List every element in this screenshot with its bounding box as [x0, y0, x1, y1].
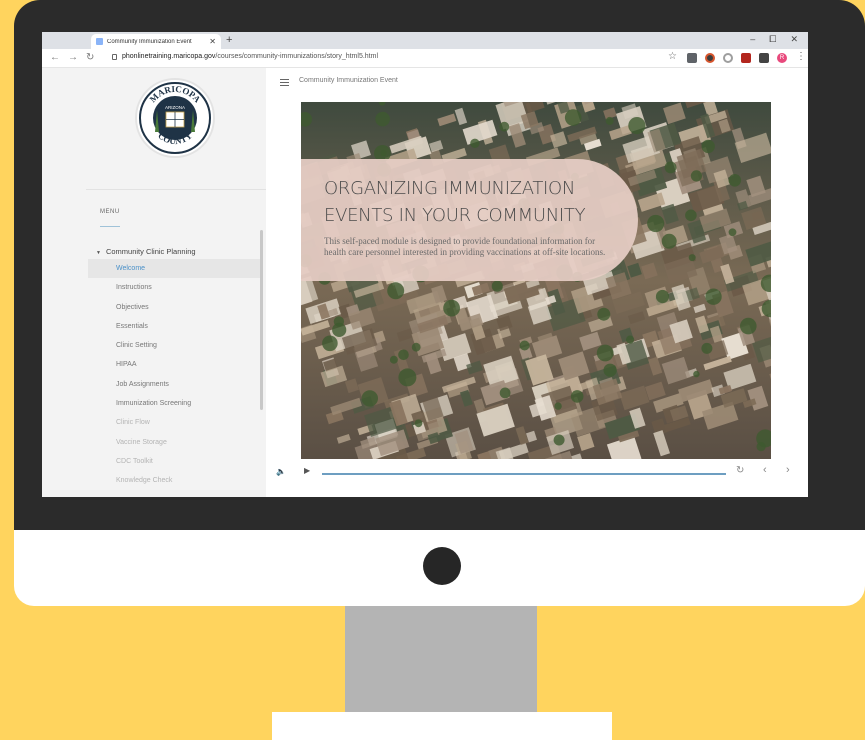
course-title: Community Immunization Event [299, 77, 398, 84]
contrast-icon[interactable] [705, 53, 715, 63]
sidebar-item-clinic-flow[interactable]: Clinic Flow [88, 413, 260, 432]
url-field[interactable]: phonlinetraining.maricopa.gov/courses/co… [122, 53, 378, 60]
monitor-stand-neck [345, 606, 537, 712]
player-controls: 🔈 ▶ ↻ ‹ › [266, 464, 808, 488]
sidebar-item-instructions[interactable]: Instructions [88, 278, 260, 297]
puzzle-icon[interactable] [759, 53, 769, 63]
url-host: phonlinetraining.maricopa.gov [122, 53, 216, 60]
address-bar: ← → ↻ phonlinetraining.maricopa.gov/cour… [42, 49, 808, 68]
circle-icon[interactable] [723, 53, 733, 63]
volume-icon[interactable]: 🔈 [276, 467, 286, 476]
power-button-icon [423, 547, 461, 585]
seek-bar-progress [322, 473, 726, 475]
section-label: Community Clinic Planning [105, 247, 196, 256]
title-banner: ORGANIZING IMMUNIZATION EVENTS IN YOUR C… [301, 159, 638, 281]
sidebar-item-objectives[interactable]: Objectives [88, 298, 260, 317]
tab-title: Community Immunization Event [107, 38, 192, 45]
sidebar-item-clinic-setting[interactable]: Clinic Setting [88, 336, 260, 355]
sidebar-item-immunization-screening[interactable]: Immunization Screening [88, 394, 260, 413]
profile-avatar[interactable]: R [777, 53, 787, 63]
seek-bar[interactable] [322, 473, 726, 475]
maricopa-county-logo: MARICOPA COUNTY ARIZONA [135, 78, 215, 158]
sidebar-item-hipaa[interactable]: HIPAA [88, 355, 260, 374]
lock-icon [112, 54, 117, 60]
next-button[interactable]: › [786, 464, 790, 476]
sidebar-scrollbar[interactable] [260, 230, 263, 410]
forward-button[interactable]: → [68, 52, 78, 63]
bookmark-star-icon[interactable]: ☆ [668, 51, 677, 62]
reader-icon[interactable] [687, 53, 697, 63]
minimize-button[interactable]: – [750, 34, 755, 45]
sidebar-item-cdc-toolkit[interactable]: CDC Toolkit [88, 452, 260, 471]
sidebar-item-job-assignments[interactable]: Job Assignments [88, 375, 260, 394]
slide: ORGANIZING IMMUNIZATION EVENTS IN YOUR C… [301, 102, 771, 459]
pdf-icon[interactable] [741, 53, 751, 63]
browser-tab-bar: Community Immunization Event ✕ + – ⧠ ✕ [42, 32, 808, 49]
close-window-button[interactable]: ✕ [790, 34, 798, 45]
tab-close-icon[interactable]: ✕ [209, 37, 216, 46]
section-community-clinic-planning[interactable]: ▼ Community Clinic Planning [96, 247, 196, 256]
content-area: Community Immunization Event ORGANIZING … [266, 68, 808, 497]
url-path: /courses/community-immunizations/story_h… [215, 53, 379, 60]
browser-menu-icon[interactable]: ⋮ [796, 51, 806, 62]
replay-button[interactable]: ↻ [736, 465, 744, 476]
sidebar-item-clinic-resources[interactable]: Clinic Resources [88, 491, 260, 498]
menu-underline [100, 226, 120, 227]
svg-text:ARIZONA: ARIZONA [165, 105, 185, 110]
sidebar-item-vaccine-storage[interactable]: Vaccine Storage [88, 433, 260, 452]
back-button[interactable]: ← [50, 52, 60, 63]
sidebar-item-essentials[interactable]: Essentials [88, 317, 260, 336]
hamburger-menu-icon[interactable] [280, 79, 289, 86]
browser-tab[interactable]: Community Immunization Event ✕ [91, 34, 221, 49]
window-controls: – ⧠ ✕ [750, 34, 798, 45]
menu-label: MENU [100, 209, 120, 215]
new-tab-button[interactable]: + [226, 34, 232, 47]
monitor-stand-base [272, 712, 612, 740]
favicon-icon [96, 38, 103, 45]
reload-button[interactable]: ↻ [86, 52, 94, 63]
slide-description: This self-paced module is designed to pr… [324, 236, 606, 257]
sidebar: MARICOPA COUNTY ARIZONA MENU ▼ Community … [42, 68, 266, 497]
sidebar-item-welcome[interactable]: Welcome [88, 259, 260, 279]
sidebar-item-knowledge-check[interactable]: Knowledge Check [88, 471, 260, 490]
previous-button[interactable]: ‹ [763, 464, 767, 476]
slide-title: ORGANIZING IMMUNIZATION EVENTS IN YOUR C… [324, 178, 586, 226]
screen: Community Immunization Event ✕ + – ⧠ ✕ ←… [42, 32, 808, 497]
menu-list: Welcome Instructions Objectives Essentials C… [88, 259, 260, 497]
caret-down-icon: ▼ [96, 250, 101, 256]
sidebar-divider [86, 189, 266, 190]
monitor-chin [14, 530, 865, 606]
play-button[interactable]: ▶ [304, 466, 310, 475]
restore-button[interactable]: ⧠ [769, 34, 776, 45]
